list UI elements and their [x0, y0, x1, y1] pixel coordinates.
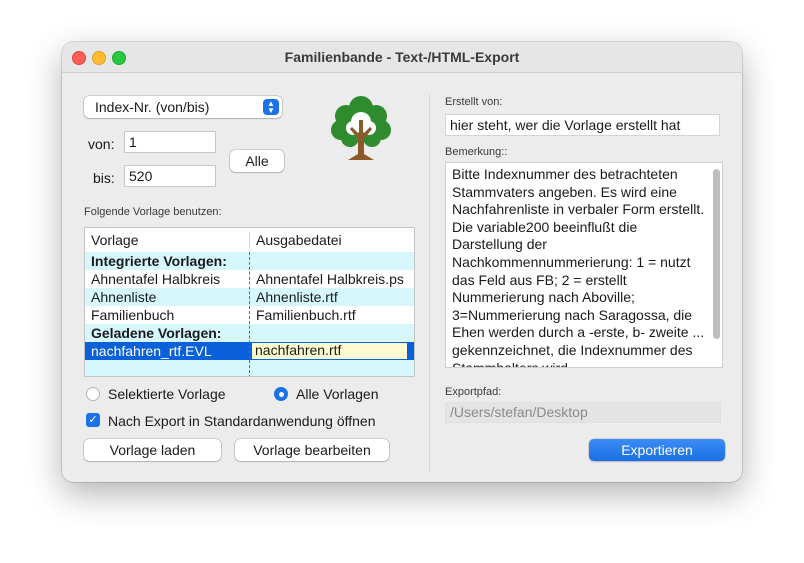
column-header-ausgabedatei[interactable]: Ausgabedatei — [256, 232, 342, 248]
row-vorlage: Familienbuch — [91, 307, 175, 323]
radio-selected-template-label[interactable]: Selektierte Vorlage — [108, 386, 226, 402]
table-row[interactable]: Ahnenliste Ahnenliste.rtf — [85, 288, 414, 306]
von-label: von: — [88, 136, 115, 152]
column-header-vorlage[interactable]: Vorlage — [91, 232, 138, 248]
created-by-input[interactable]: hier steht, wer die Vorlage erstellt hat — [445, 114, 720, 136]
template-table[interactable]: Vorlage Ausgabedatei Integrierte Vorlage… — [84, 227, 415, 377]
title-bar[interactable]: Familienbande - Text-/HTML-Export — [62, 42, 742, 73]
export-path-field: /Users/stefan/Desktop — [445, 402, 721, 423]
row-ausgabe: Familienbuch.rtf — [256, 307, 356, 323]
remark-textarea[interactable]: Bitte Indexnummer des betrachteten Stamm… — [445, 162, 723, 368]
radio-selected-template[interactable] — [86, 387, 100, 401]
table-header: Vorlage Ausgabedatei — [85, 228, 414, 253]
window-title: Familienbande - Text-/HTML-Export — [284, 49, 520, 65]
template-section-label: Folgende Vorlage benutzen: — [84, 206, 222, 218]
remark-text: Bitte Indexnummer des betrachteten Stamm… — [452, 166, 705, 368]
remark-label: Bemerkung:: — [445, 146, 508, 158]
von-input[interactable]: 1 — [124, 131, 216, 153]
table-row-empty — [85, 360, 414, 376]
row-vorlage: Ahnentafel Halbkreis — [91, 271, 221, 287]
load-template-button[interactable]: Vorlage laden — [84, 439, 221, 461]
row-vorlage: Ahnenliste — [91, 289, 157, 305]
export-button[interactable]: Exportieren — [589, 439, 725, 461]
row-ausgabe: Ahnentafel Halbkreis.ps — [256, 271, 404, 287]
table-row-group[interactable]: Geladene Vorlagen: — [85, 324, 414, 342]
column-divider — [249, 252, 250, 376]
created-by-label: Erstellt von: — [445, 96, 503, 108]
column-separator — [249, 232, 250, 248]
table-row[interactable]: Familienbuch Familienbuch.rtf — [85, 306, 414, 324]
radio-all-templates-label[interactable]: Alle Vorlagen — [296, 386, 379, 402]
bis-label: bis: — [93, 170, 115, 186]
open-after-export-checkbox[interactable]: ✓ — [86, 413, 100, 427]
tree-logo-icon — [331, 96, 391, 160]
radio-all-templates[interactable] — [274, 387, 288, 401]
row-vorlage: nachfahren_rtf.EVL — [91, 343, 212, 359]
bis-input[interactable]: 520 — [124, 165, 216, 187]
edit-template-button[interactable]: Vorlage bearbeiten — [235, 439, 389, 461]
row-vorlage: Geladene Vorlagen: — [91, 325, 222, 341]
ausgabe-cell-editor[interactable]: nachfahren.rtf — [251, 342, 408, 360]
panel-divider — [429, 94, 430, 472]
table-row[interactable]: Ahnentafel Halbkreis Ahnentafel Halbkrei… — [85, 270, 414, 288]
table-row-selected[interactable]: nachfahren_rtf.EVL nachfahren.rtf — [85, 342, 414, 360]
open-after-export-label[interactable]: Nach Export in Standardanwendung öffnen — [108, 413, 376, 429]
remark-scrollbar-thumb[interactable] — [713, 169, 720, 339]
row-ausgabe: Ahnenliste.rtf — [256, 289, 338, 305]
table-row-group[interactable]: Integrierte Vorlagen: — [85, 252, 414, 270]
chevron-updown-icon: ▲ ▼ — [263, 99, 279, 115]
export-path-label: Exportpfad: — [445, 386, 502, 398]
range-type-popup[interactable]: Index-Nr. (von/bis) ▲ ▼ — [84, 96, 282, 118]
alle-button[interactable]: Alle — [230, 150, 284, 172]
export-window: Familienbande - Text-/HTML-Export Index-… — [62, 42, 742, 482]
row-vorlage: Integrierte Vorlagen: — [91, 253, 227, 269]
range-type-value: Index-Nr. (von/bis) — [95, 99, 210, 115]
